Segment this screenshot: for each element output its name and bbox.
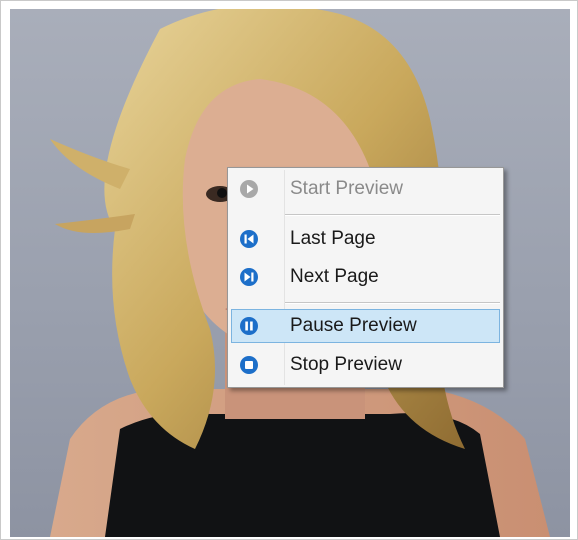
menu-item-label: Pause Preview <box>290 315 417 336</box>
menu-separator <box>285 214 500 216</box>
menu-item-label: Stop Preview <box>290 354 402 375</box>
context-menu: Start Preview Last Page Next Page Pause … <box>227 167 504 388</box>
play-icon <box>240 180 258 198</box>
menu-item-pause-preview[interactable]: Pause Preview <box>231 309 500 343</box>
menu-item-label: Last Page <box>290 228 376 249</box>
menu-item-stop-preview[interactable]: Stop Preview <box>231 348 500 382</box>
menu-item-start-preview[interactable]: Start Preview <box>231 172 500 206</box>
stop-icon <box>240 356 258 374</box>
previous-page-icon <box>240 230 258 248</box>
preview-window: Start Preview Last Page Next Page Pause … <box>0 0 578 540</box>
menu-item-next-page[interactable]: Next Page <box>231 260 500 294</box>
menu-separator <box>285 302 500 304</box>
next-page-icon <box>240 268 258 286</box>
menu-item-label: Start Preview <box>290 178 403 199</box>
menu-item-label: Next Page <box>290 266 379 287</box>
menu-item-last-page[interactable]: Last Page <box>231 222 500 256</box>
pause-icon <box>240 317 258 335</box>
